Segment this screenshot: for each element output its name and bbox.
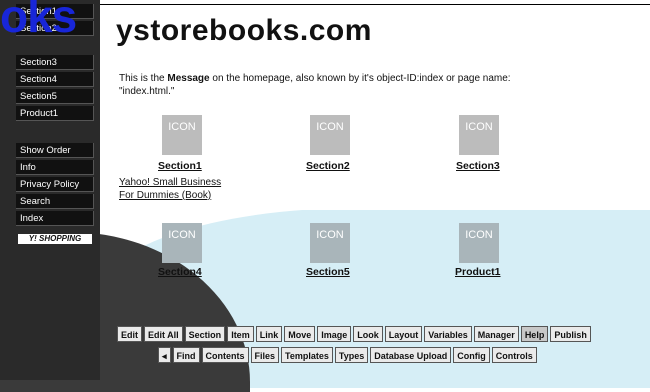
toolbar-section-button[interactable]: Section [184,326,226,342]
sidebar-item-privacy-policy[interactable]: Privacy Policy [16,177,94,192]
section4-link[interactable]: Section4 [158,266,202,278]
toolbar-edit-button[interactable]: Edit [117,326,142,342]
sidebar-item-section5[interactable]: Section5 [16,89,94,104]
store-logo[interactable]: oks [0,0,77,46]
toolbar-files-button[interactable]: Files [250,347,280,363]
toolbar-edit-all-button[interactable]: Edit All [144,326,183,342]
toolbar-publish-button[interactable]: Publish [550,326,591,342]
book-link-line1[interactable]: Yahoo! Small Business [119,177,221,188]
sidebar-item-show-order[interactable]: Show Order [16,143,94,158]
sidebar-item-info[interactable]: Info [16,160,94,175]
book-link-line2[interactable]: For Dummies (Book) [119,190,211,201]
toolbar-database-upload-button[interactable]: Database Upload [370,347,452,363]
section4-icon[interactable]: ICON [162,223,202,263]
toolbar-image-button[interactable]: Image [317,326,352,342]
toolbar-look-button[interactable]: Look [353,326,383,342]
homepage-message: This is the Message on the homepage, als… [119,72,559,98]
yahoo-shopping-badge[interactable]: Y! SHOPPING [18,234,92,244]
section2-icon[interactable]: ICON [310,115,350,155]
toolbar-link-button[interactable]: Link [255,326,283,342]
message-prefix: This is the [119,73,168,84]
section1-icon[interactable]: ICON [162,115,202,155]
section5-icon[interactable]: ICON [310,223,350,263]
top-divider [100,4,650,5]
toolbar-find-button[interactable]: Find [172,347,200,363]
sidebar-item-section4[interactable]: Section4 [16,72,94,87]
page-title: ystorebooks.com [116,14,372,47]
toolbar-variables-button[interactable]: Variables [424,326,472,342]
toolbar-templates-button[interactable]: Templates [281,347,333,363]
toolbar-item-button[interactable]: Item [227,326,254,342]
sidebar-item-search[interactable]: Search [16,194,94,209]
toolbar-controls-button[interactable]: Controls [491,347,537,363]
section3-icon[interactable]: ICON [459,115,499,155]
toolbar-back-arrow-button[interactable]: ◂ [158,347,171,363]
sidebar-item-product1[interactable]: Product1 [16,106,94,121]
editor-toolbar-row2: ◂ Find Contents Files Templates Types Da… [158,347,539,363]
toolbar-types-button[interactable]: Types [334,347,369,363]
toolbar-help-button[interactable]: Help [520,326,549,342]
section1-link[interactable]: Section1 [158,160,202,172]
toolbar-manager-button[interactable]: Manager [473,326,519,342]
message-bold: Message [167,73,210,84]
editor-toolbar-row1: Edit Edit All Section Item Link Move Ima… [117,326,593,342]
toolbar-move-button[interactable]: Move [284,326,316,342]
section3-link[interactable]: Section3 [456,160,500,172]
product1-icon[interactable]: ICON [459,223,499,263]
section2-link[interactable]: Section2 [306,160,350,172]
toolbar-layout-button[interactable]: Layout [384,326,423,342]
sidebar-item-index[interactable]: Index [16,211,94,226]
toolbar-contents-button[interactable]: Contents [201,347,249,363]
section5-link[interactable]: Section5 [306,266,350,278]
toolbar-config-button[interactable]: Config [453,347,490,363]
product1-link[interactable]: Product1 [455,266,501,278]
sidebar-item-section3[interactable]: Section3 [16,55,94,70]
